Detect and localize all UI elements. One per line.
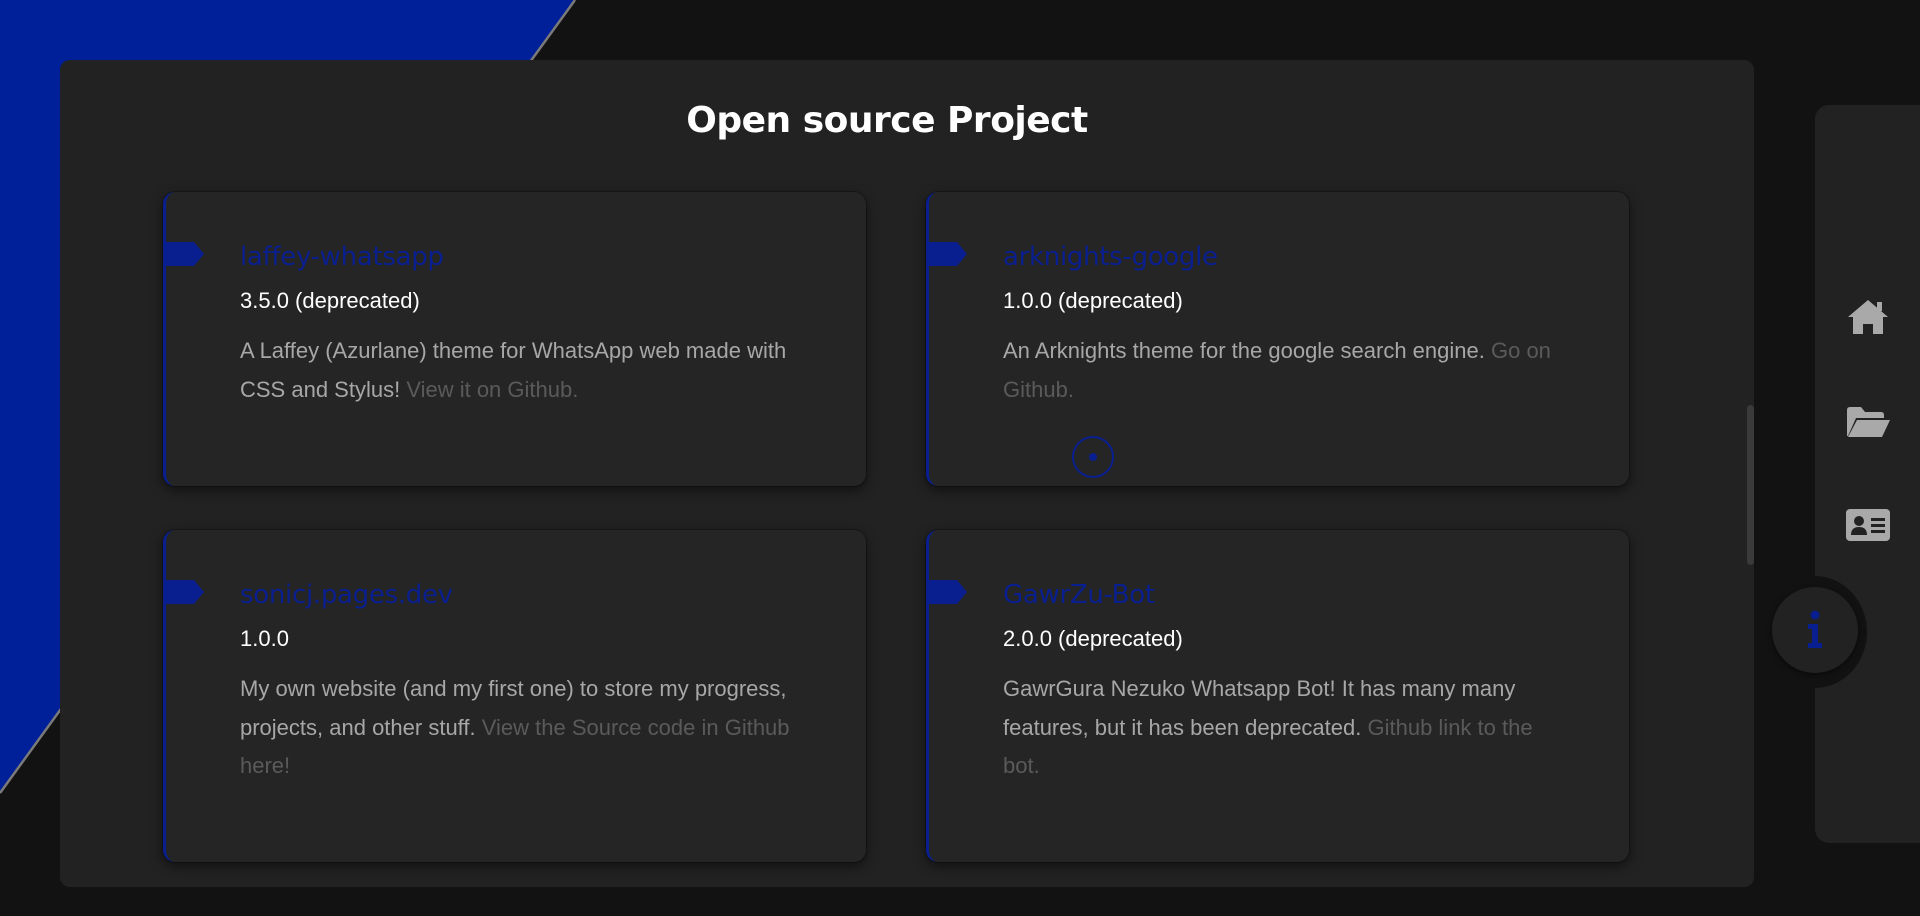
- tag-icon: [166, 580, 204, 604]
- project-card: sonicj.pages.dev 1.0.0 My own website (a…: [163, 530, 866, 862]
- nav-home-button[interactable]: [1845, 297, 1891, 337]
- project-card: laffey-whatsapp 3.5.0 (deprecated) A Laf…: [163, 192, 866, 486]
- project-version: 1.0.0 (deprecated): [1003, 288, 1183, 313]
- project-description: An Arknights theme for the google search…: [1003, 332, 1563, 409]
- panel-scrollbar[interactable]: [1747, 405, 1754, 565]
- tag-icon: [929, 580, 967, 604]
- project-version: 2.0.0 (deprecated): [1003, 626, 1183, 651]
- github-link[interactable]: View it on Github.: [406, 377, 578, 402]
- home-icon: [1848, 300, 1888, 334]
- project-description: A Laffey (Azurlane) theme for WhatsApp w…: [240, 332, 800, 409]
- contact-card-icon: [1846, 509, 1890, 541]
- info-icon: [1808, 610, 1822, 648]
- project-name-link[interactable]: arknights-google: [1003, 242, 1218, 272]
- project-description: GawrGura Nezuko Whatsapp Bot! It has man…: [1003, 670, 1563, 786]
- info-button[interactable]: [1772, 587, 1858, 673]
- project-description: My own website (and my first one) to sto…: [240, 670, 800, 786]
- nav-contact-button[interactable]: [1845, 505, 1891, 545]
- description-text: An Arknights theme for the google search…: [1003, 338, 1491, 363]
- project-name-link[interactable]: GawrZu-Bot: [1003, 580, 1155, 610]
- side-navigation: [1815, 105, 1920, 843]
- folder-open-icon: [1847, 407, 1890, 437]
- nav-projects-button[interactable]: [1845, 402, 1891, 442]
- cursor-dot: [1089, 453, 1097, 461]
- project-name-link[interactable]: laffey-whatsapp: [240, 242, 444, 272]
- tag-icon: [929, 242, 967, 266]
- project-card: GawrZu-Bot 2.0.0 (deprecated) GawrGura N…: [926, 530, 1629, 862]
- project-name-link[interactable]: sonicj.pages.dev: [240, 580, 453, 610]
- project-card: arknights-google 1.0.0 (deprecated) An A…: [926, 192, 1629, 486]
- tag-icon: [166, 242, 204, 266]
- project-version: 1.0.0: [240, 626, 289, 651]
- page-title: Open source Project: [686, 100, 1088, 141]
- project-version: 3.5.0 (deprecated): [240, 288, 420, 313]
